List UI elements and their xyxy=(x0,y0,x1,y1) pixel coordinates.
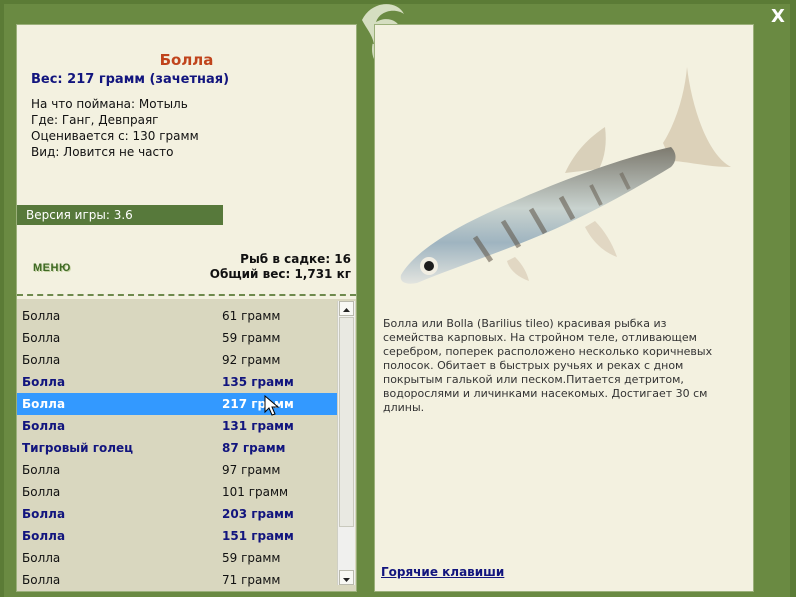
fish-title: Болла xyxy=(159,51,214,69)
list-item-name: Болла xyxy=(22,375,66,389)
scroll-down-icon xyxy=(343,578,350,582)
list-item[interactable]: Тигровый голец 87 грамм xyxy=(17,437,337,459)
list-item-weight: 87 грамм xyxy=(222,441,286,455)
list-item-name: Болла xyxy=(22,551,61,565)
list-item[interactable]: Болла 131 грамм xyxy=(17,415,337,437)
list-item-name: Болла xyxy=(22,485,61,499)
catch-list[interactable]: Болла 61 грамм Болла 59 грамм Болла 92 грамм Б… xyxy=(17,299,356,591)
list-item[interactable]: Болла 97 грамм xyxy=(17,459,337,481)
menu-button[interactable]: МЕНЮ xyxy=(33,262,71,274)
fish-details: На что поймана: Мотыль Где: Ганг, Девпра… xyxy=(31,96,199,160)
list-item-weight: 61 грамм xyxy=(222,309,281,323)
mouse-cursor-icon xyxy=(264,395,280,416)
list-item-weight: 59 грамм xyxy=(222,551,281,565)
fish-weight: Вес: 217 грамм (зачетная) xyxy=(31,72,230,87)
hotkeys-link[interactable]: Горячие клавиши xyxy=(381,565,504,579)
list-item-weight: 71 грамм xyxy=(222,573,281,587)
list-item-name: Болла xyxy=(22,353,61,367)
fish-description: Болла или Bolla (Barilius tileo) красива… xyxy=(383,317,713,414)
game-version: Версия игры: 3.6 xyxy=(17,205,223,225)
list-item-weight: 59 грамм xyxy=(222,331,281,345)
list-item-name: Тигровый голец xyxy=(22,441,134,455)
list-item-weight: 131 грамм xyxy=(222,419,294,433)
scroll-thumb[interactable] xyxy=(339,317,354,527)
list-item[interactable]: Болла 203 грамм xyxy=(17,503,337,525)
list-item[interactable]: Болла 71 грамм xyxy=(17,569,337,591)
scroll-up-button[interactable] xyxy=(339,301,354,316)
list-item-weight: 135 грамм xyxy=(222,375,294,389)
list-item[interactable]: Болла 59 грамм xyxy=(17,327,337,349)
fish-valued: Оценивается с: 130 грамм xyxy=(31,129,199,143)
list-item-name: Болла xyxy=(22,463,61,477)
scroll-down-button[interactable] xyxy=(339,570,354,585)
total-weight: Общий вес: 1,731 кг xyxy=(209,267,351,281)
list-item-weight: 203 грамм xyxy=(222,507,294,521)
fish-place: Где: Ганг, Девпраяг xyxy=(31,113,159,127)
fish-kind: Вид: Ловится не часто xyxy=(31,145,174,159)
list-item-name: Болла xyxy=(22,419,66,433)
list-item-name: Болла xyxy=(22,397,66,411)
list-item-weight: 101 грамм xyxy=(222,485,289,499)
list-item[interactable]: Болла 101 грамм xyxy=(17,481,337,503)
list-item[interactable]: Болла 92 грамм xyxy=(17,349,337,371)
fish-bait: На что поймана: Мотыль xyxy=(31,97,188,111)
fish-picture-panel: Болла или Bolla (Barilius tileo) красива… xyxy=(374,24,754,592)
scroll-up-icon xyxy=(343,308,350,312)
close-icon: X xyxy=(771,6,785,27)
fish-count: Рыб в садке: 16 xyxy=(240,252,351,266)
list-item-weight: 151 грамм xyxy=(222,529,294,543)
list-item-name: Болла xyxy=(22,309,61,323)
list-item[interactable]: Болла 59 грамм xyxy=(17,547,337,569)
divider xyxy=(17,294,356,296)
cage-stats: Рыб в садке: 16 Общий вес: 1,731 кг xyxy=(210,252,351,282)
list-item-name: Болла xyxy=(22,573,61,587)
list-item[interactable]: Болла 135 грамм xyxy=(17,371,337,393)
list-item-weight: 217 грамм xyxy=(222,397,294,411)
list-item-name: Болла xyxy=(22,331,61,345)
fish-image xyxy=(400,67,731,284)
list-item[interactable]: Болла 217 грамм xyxy=(17,393,337,415)
list-item-name: Болла xyxy=(22,529,66,543)
scrollbar[interactable] xyxy=(337,301,355,585)
list-item-weight: 97 грамм xyxy=(222,463,281,477)
fish-info-panel: Болла Вес: 217 грамм (зачетная) На что п… xyxy=(16,24,357,592)
list-item[interactable]: Болла 61 грамм xyxy=(17,305,337,327)
list-item-weight: 92 грамм xyxy=(222,353,281,367)
close-button[interactable]: X xyxy=(771,6,785,27)
list-item-name: Болла xyxy=(22,507,66,521)
list-item[interactable]: Болла 151 грамм xyxy=(17,525,337,547)
